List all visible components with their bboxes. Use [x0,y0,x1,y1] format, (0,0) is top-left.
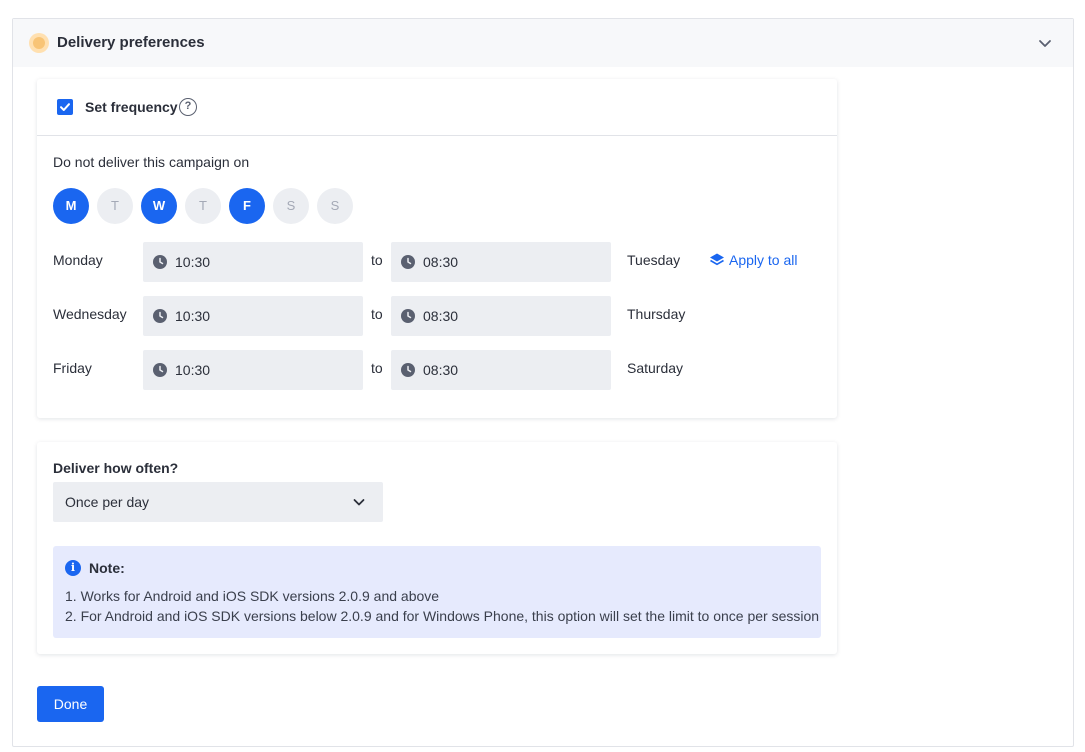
clock-icon [153,309,167,323]
exclusion-heading: Do not deliver this campaign on [53,154,250,170]
chevron-down-icon [353,499,365,506]
from-time-value: 10:30 [175,362,211,378]
note-title: Note: [89,560,125,576]
apply-to-all-label: Apply to all [729,252,798,268]
clock-icon [401,363,415,377]
clock-icon [401,309,415,323]
next-day-label: Tuesday [627,252,681,268]
info-icon: i [65,560,81,576]
next-day-label: Thursday [627,306,686,322]
to-label: to [371,252,383,268]
from-time-value: 10:30 [175,254,211,270]
clock-icon [153,255,167,269]
next-day-label: Saturday [627,360,684,376]
chevron-down-icon[interactable] [1037,35,1053,51]
deliver-often-label: Deliver how often? [53,460,179,476]
to-time-value: 08:30 [423,308,459,324]
clock-icon [153,363,167,377]
to-label: to [371,306,383,322]
check-icon [60,103,70,111]
day-toggle-friday[interactable]: F [229,188,265,224]
from-time-input[interactable]: 10:30 [143,242,363,282]
layers-icon [710,253,724,266]
row-day-label: Wednesday [53,306,127,322]
day-toggle-saturday[interactable]: S [273,188,309,224]
row-day-label: Monday [53,252,103,268]
to-time-value: 08:30 [423,254,459,270]
frequency-card: Set frequency ? Do not deliver this camp… [37,79,837,418]
day-toggle-wednesday[interactable]: W [141,188,177,224]
delivery-frequency-card: Deliver how often? Once per day i Note: … [37,442,837,654]
status-dot-icon [29,33,49,53]
to-time-input[interactable]: 08:30 [391,296,611,336]
day-toggle-tuesday[interactable]: T [97,188,133,224]
row-day-label: Friday [53,360,92,376]
to-time-input[interactable]: 08:30 [391,242,611,282]
to-time-value: 08:30 [423,362,459,378]
panel-title: Delivery preferences [57,34,205,51]
note-box: i Note: 1. Works for Android and iOS SDK… [53,546,821,638]
set-frequency-label[interactable]: Set frequency [85,99,178,115]
note-line: 1. Works for Android and iOS SDK version… [65,588,440,604]
day-toggle-thursday[interactable]: T [185,188,221,224]
to-label: to [371,360,383,376]
deliver-often-value: Once per day [65,494,150,510]
panel-header[interactable]: Delivery preferences [13,19,1073,67]
note-line: 2. For Android and iOS SDK versions belo… [65,608,820,624]
from-time-input[interactable]: 10:30 [143,296,363,336]
day-toggle-monday[interactable]: M [53,188,89,224]
divider [37,135,837,136]
set-frequency-checkbox[interactable] [57,99,73,115]
done-button[interactable]: Done [37,686,104,722]
day-toggle-sunday[interactable]: S [317,188,353,224]
from-time-input[interactable]: 10:30 [143,350,363,390]
to-time-input[interactable]: 08:30 [391,350,611,390]
help-icon[interactable]: ? [179,98,197,116]
clock-icon [401,255,415,269]
from-time-value: 10:30 [175,308,211,324]
deliver-often-select[interactable]: Once per day [53,482,383,522]
